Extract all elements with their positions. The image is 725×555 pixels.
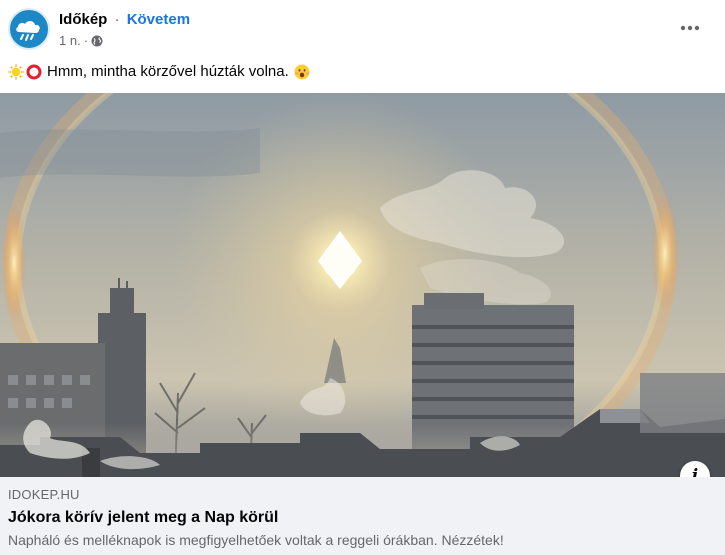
post-message: Hmm, mintha körzővel húzták volna.	[8, 62, 312, 82]
link-title[interactable]: Jókora körív jelent meg a Nap körül	[8, 508, 278, 528]
idokep-logo-icon	[16, 21, 40, 41]
hollow-red-circle-emoji	[26, 64, 42, 80]
link-description: Napháló és melléknapok is megfigyelhetőe…	[8, 532, 504, 548]
post-meta: 1 n. ·	[59, 33, 103, 49]
link-preview-card[interactable]: IDOKEP.HU Jókora körív jelent meg a Nap …	[0, 477, 725, 555]
post-timestamp[interactable]: 1 n.	[59, 33, 81, 49]
globe-icon[interactable]	[91, 35, 103, 47]
page-name-link[interactable]: Időkép	[59, 11, 107, 28]
name-separator: ·	[114, 11, 120, 28]
hushed-face-emoji	[294, 64, 310, 80]
link-domain: IDOKEP.HU	[8, 487, 80, 502]
page-avatar[interactable]	[8, 8, 50, 50]
more-horizontal-icon	[680, 25, 700, 31]
meta-separator: ·	[83, 33, 89, 48]
post-header: Időkép · Követem 1 n. ·	[0, 0, 725, 58]
post-author-line: Időkép · Követem	[59, 11, 190, 29]
post-photo-sun-halo[interactable]	[0, 93, 725, 477]
follow-button[interactable]: Követem	[127, 11, 190, 28]
sun-emoji	[8, 64, 24, 80]
more-options-button[interactable]	[676, 16, 704, 40]
post-text: Hmm, mintha körzővel húzták volna.	[47, 63, 289, 80]
